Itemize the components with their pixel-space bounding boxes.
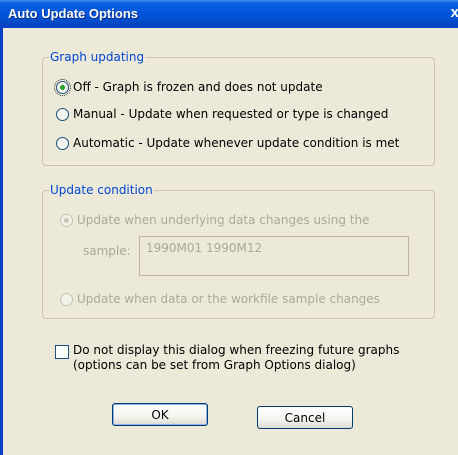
sample-field[interactable]: 1990M01 1990M12 (139, 236, 409, 276)
radio-off[interactable]: Off - Graph is frozen and does not updat… (54, 78, 323, 96)
radio-automatic-label: Automatic - Update whenever update condi… (73, 136, 400, 150)
auto-update-options-dialog: Auto Update Options x Graph updating Off… (0, 0, 458, 455)
radio-manual-button[interactable] (56, 107, 69, 121)
radio-workfile-changes-label: Update when data or the workfile sample … (77, 292, 380, 306)
sample-label: sample: (83, 244, 131, 258)
radio-data-changes-button[interactable] (60, 213, 73, 227)
radio-workfile-changes[interactable]: Update when data or the workfile sample … (60, 292, 380, 306)
dialog-title: Auto Update Options (8, 6, 138, 21)
radio-automatic-button[interactable] (56, 136, 69, 150)
dont-display-text: Do not display this dialog when freezing… (73, 343, 399, 373)
graph-updating-legend: Graph updating (50, 50, 145, 64)
close-icon[interactable]: x (441, 3, 458, 23)
radio-automatic[interactable]: Automatic - Update whenever update condi… (56, 136, 399, 150)
ok-button[interactable]: OK (112, 403, 208, 426)
radio-workfile-changes-button[interactable] (60, 292, 73, 306)
radio-data-changes[interactable]: Update when underlying data changes usin… (60, 213, 369, 227)
radio-manual-label: Manual - Update when requested or type i… (73, 107, 389, 121)
cancel-button[interactable]: Cancel (257, 406, 353, 429)
title-bar[interactable]: Auto Update Options x (0, 0, 458, 28)
dont-display-line1: Do not display this dialog when freezing… (73, 343, 400, 357)
radio-data-changes-label: Update when underlying data changes usin… (77, 213, 370, 227)
radio-off-label: Off - Graph is frozen and does not updat… (73, 80, 323, 94)
update-condition-legend: Update condition (50, 183, 153, 197)
dont-display-row[interactable]: Do not display this dialog when freezing… (55, 343, 399, 373)
radio-off-button[interactable] (54, 78, 71, 96)
radio-manual[interactable]: Manual - Update when requested or type i… (56, 107, 388, 121)
dont-display-checkbox[interactable] (55, 345, 69, 359)
dont-display-line2: (options can be set from Graph Options d… (73, 358, 356, 372)
